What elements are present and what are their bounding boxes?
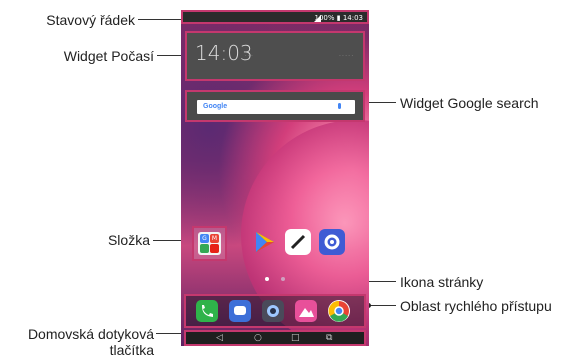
google-search-widget[interactable]: Google: [185, 90, 365, 122]
messages-icon[interactable]: [229, 300, 251, 322]
home-touch-buttons: ◁ ○ □ ⧉: [184, 330, 366, 346]
callout-page-icon: Ikona stránky: [400, 274, 484, 290]
home-keys-line1: Domovská dotyková: [27, 326, 154, 342]
folder[interactable]: G M: [192, 226, 227, 261]
leader-quick-access: [368, 305, 396, 306]
callout-google-widget: Widget Google search: [400, 95, 539, 111]
phone-glyph: [202, 305, 213, 317]
weather-detail: · · ·: [245, 53, 253, 59]
gmail-mini-icon: M: [210, 234, 219, 243]
page-dot-active: [264, 277, 269, 281]
callout-home-keys: Domovská dotyková tlačítka: [0, 326, 154, 358]
quick-access-dock: [184, 294, 366, 328]
folder-icon: G M: [198, 232, 221, 255]
page-dot: [281, 277, 286, 281]
lens-glyph: [267, 305, 279, 317]
search-bar[interactable]: Google: [197, 100, 355, 114]
dual-window-button[interactable]: ⧉: [326, 333, 332, 343]
weather-time: 14:03: [195, 41, 253, 65]
chrome-glyph: [328, 300, 349, 322]
gmail-mini-icon: G: [200, 234, 209, 243]
pen-glyph: [290, 234, 306, 250]
weather-widget[interactable]: 14:03 · · · · · · · ·: [185, 31, 365, 81]
page-indicator[interactable]: [181, 272, 369, 284]
leader-google: [366, 102, 396, 103]
callout-quick-access: Oblast rychlého přístupu: [400, 298, 552, 314]
weather-detail: · · · · ·: [339, 53, 353, 59]
youtube-mini-icon: [210, 244, 219, 253]
leader-status-bar: [138, 19, 182, 20]
quickmemo-icon[interactable]: [285, 229, 311, 255]
play-store-icon[interactable]: [251, 229, 277, 255]
mountain-glyph: [299, 308, 314, 317]
status-text: 100% ▮ 14:03: [314, 14, 364, 22]
callout-weather-widget: Widget Počasí: [63, 48, 154, 64]
mic-icon[interactable]: [338, 103, 341, 109]
gallery-icon[interactable]: [295, 300, 317, 322]
callout-status-bar: Stavový řádek: [46, 12, 135, 28]
phone-screen: 100% ▮ 14:03 14:03 · · · · · · · · Googl…: [181, 10, 369, 346]
phone-icon[interactable]: [196, 300, 218, 322]
settings-icon[interactable]: [319, 229, 345, 255]
home-keys-line2: tlačítka: [109, 342, 154, 358]
camera-icon[interactable]: [262, 300, 284, 322]
status-bar: 100% ▮ 14:03: [181, 10, 369, 24]
chat-glyph: [234, 306, 246, 315]
home-button[interactable]: ○: [254, 333, 262, 343]
gear-glyph: [324, 234, 340, 250]
chrome-icon[interactable]: [328, 300, 350, 322]
callout-folder: Složka: [107, 232, 150, 248]
google-logo: Google: [203, 103, 228, 110]
back-button[interactable]: ◁: [216, 333, 223, 343]
recent-apps-button[interactable]: □: [291, 333, 300, 343]
maps-mini-icon: [200, 244, 209, 253]
play-store-glyph: [256, 232, 274, 252]
